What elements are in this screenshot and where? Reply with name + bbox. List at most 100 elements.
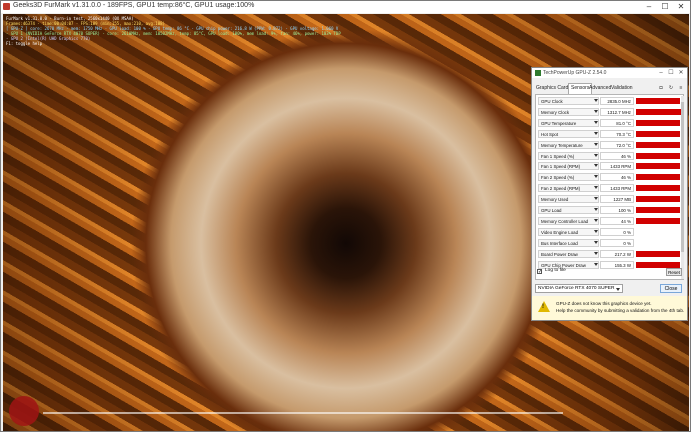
sensor-name[interactable]: Fan 2 Speed (RPM) [538, 184, 599, 193]
log-to-file-checkbox[interactable]: ✓ [537, 269, 542, 275]
close-icon[interactable]: ✕ [674, 1, 688, 13]
sensor-row: Memory Used 1227 MB [538, 195, 682, 204]
chevron-down-icon[interactable] [594, 262, 598, 266]
sensor-name[interactable]: Fan 1 Speed (RPM) [538, 162, 599, 171]
sensor-value: 1433 RPM [600, 184, 634, 193]
sensor-value: 46 % [600, 173, 634, 182]
sensor-graph [636, 228, 682, 235]
chevron-down-icon[interactable] [594, 131, 598, 135]
sensor-value: 1312.7 MHz [600, 107, 634, 116]
sensor-row: Board Power Draw 217.2 W [538, 249, 682, 259]
furmark-logo-icon [9, 396, 39, 426]
chevron-down-icon[interactable] [594, 197, 598, 201]
gpuz-minimize-icon[interactable]: – [656, 68, 666, 78]
sensor-graph-fill [636, 250, 680, 257]
sensor-name[interactable]: Bus Interface Load [538, 238, 599, 247]
sensors-panel: GPU Clock 2835.0 MHz Memory Clock 1312.7 MH… [535, 94, 684, 280]
refresh-icon[interactable]: ↻ [668, 85, 674, 91]
sensor-value: 217.2 W [600, 249, 634, 258]
gpu-device-select[interactable]: NVIDIA GeForce RTX 4070 SUPER [535, 284, 623, 293]
maximize-icon[interactable]: ☐ [658, 1, 672, 13]
sensor-name[interactable]: Fan 2 Speed (%) [538, 173, 599, 182]
sensor-value: 0 % [600, 238, 634, 247]
sensor-graph [636, 108, 682, 115]
gpuz-app-icon [535, 70, 541, 76]
sensor-row: Fan 1 Speed (%) 46 % [538, 151, 682, 161]
furmark-app-icon [3, 3, 10, 10]
notice-line-1: GPU-Z does not know this graphics device… [556, 301, 652, 306]
furmark-titlebar[interactable]: Geeks3D FurMark v1.31.0.0 - 189FPS, GPU1… [1, 1, 690, 13]
sensor-name[interactable]: Fan 1 Speed (%) [538, 151, 599, 160]
gpuz-window: TechPowerUp GPU-Z 2.54.0 – ☐ ✕ Graphics … [531, 67, 688, 321]
sensor-graph-fill [636, 152, 680, 159]
sensor-value: 0 % [600, 227, 634, 236]
sensors-scrollbar[interactable] [681, 96, 684, 279]
menu-icon[interactable]: ≡ [678, 85, 684, 91]
sensor-graph-fill [636, 108, 682, 115]
chevron-down-icon[interactable] [594, 240, 598, 244]
sensor-row: GPU Clock 2835.0 MHz [538, 97, 682, 106]
sensor-value: 1227 MB [600, 195, 634, 204]
sensor-name[interactable]: Board Power Draw [538, 249, 599, 258]
scrollbar-thumb[interactable] [681, 102, 684, 252]
chevron-down-icon[interactable] [594, 186, 598, 190]
sensor-graph [636, 141, 682, 148]
chevron-down-icon[interactable] [594, 99, 598, 102]
sensor-name[interactable]: Hot Spot [538, 129, 599, 138]
sensor-graph-fill [636, 98, 680, 104]
chevron-down-icon[interactable] [594, 142, 598, 146]
chevron-down-icon[interactable] [594, 218, 598, 222]
sensor-graph [636, 130, 682, 137]
chevron-down-icon [616, 288, 620, 291]
sensor-name[interactable]: Memory Controller Load [538, 216, 599, 225]
sensor-graph [636, 174, 682, 181]
chevron-down-icon[interactable] [594, 153, 598, 157]
sensor-name[interactable]: GPU Clock [538, 97, 599, 105]
close-button[interactable]: Close [660, 284, 682, 293]
furmark-osd: FurMark v1.31.0.0 - Burn-in test, 2560x1… [6, 16, 341, 46]
unknown-device-notice: ! GPU-Z does not know this graphics devi… [532, 296, 687, 320]
sensor-row: Fan 2 Speed (%) 46 % [538, 173, 682, 182]
chevron-down-icon[interactable] [594, 208, 598, 211]
sensor-name[interactable]: Video Engine Load [538, 227, 599, 236]
sensor-name[interactable]: Memory Temperature [538, 140, 599, 149]
reset-button[interactable]: Reset [666, 268, 682, 276]
sensor-graph [636, 119, 682, 126]
chevron-down-icon[interactable] [594, 175, 598, 179]
sensor-graph-fill [636, 163, 680, 170]
sensor-name[interactable]: GPU Temperature [538, 118, 599, 127]
sensor-value: 70.3 °C [600, 129, 634, 138]
sensor-graph [636, 250, 682, 257]
osd-line: F1: toggle help [6, 41, 43, 46]
sensor-graph [636, 261, 682, 268]
minimize-icon[interactable]: – [642, 1, 656, 13]
chevron-down-icon[interactable] [594, 109, 598, 113]
gpuz-close-icon[interactable]: ✕ [676, 68, 686, 78]
sensor-graph [636, 207, 682, 213]
sensor-row: Memory Clock 1312.7 MHz [538, 107, 682, 117]
chevron-down-icon[interactable] [594, 120, 598, 124]
sensor-value: 44 % [600, 216, 634, 225]
sensor-graph-fill [636, 261, 680, 268]
warning-mark: ! [542, 304, 544, 310]
sensor-row: Bus Interface Load 0 % [538, 238, 682, 248]
sensor-graph-fill [636, 174, 680, 181]
chevron-down-icon[interactable] [594, 251, 598, 255]
camera-icon[interactable]: ◘ [658, 85, 664, 91]
furmark-window-title: Geeks3D FurMark v1.31.0.0 - 189FPS, GPU1… [13, 2, 255, 9]
gpuz-maximize-icon[interactable]: ☐ [666, 68, 676, 78]
tab-validation[interactable]: Validation [609, 84, 635, 93]
chevron-down-icon[interactable] [594, 229, 598, 233]
gpu-device-select-value: NVIDIA GeForce RTX 4070 SUPER [538, 286, 615, 291]
sensor-value: 72.0 °C [600, 140, 634, 149]
tab-graphics-card[interactable]: Graphics Card [534, 84, 570, 93]
sensor-row: GPU Load 100 % [538, 206, 682, 215]
gpuz-titlebar[interactable]: TechPowerUp GPU-Z 2.54.0 – ☐ ✕ [532, 68, 687, 78]
chevron-down-icon[interactable] [594, 164, 598, 168]
gpuz-window-title: TechPowerUp GPU-Z 2.54.0 [543, 70, 607, 76]
sensor-name[interactable]: Memory Used [538, 195, 599, 204]
sensor-name[interactable]: GPU Load [538, 206, 599, 214]
sensor-value: 81.0 °C [600, 118, 634, 127]
furmark-timeline [43, 412, 563, 414]
sensor-name[interactable]: Memory Clock [538, 107, 599, 116]
